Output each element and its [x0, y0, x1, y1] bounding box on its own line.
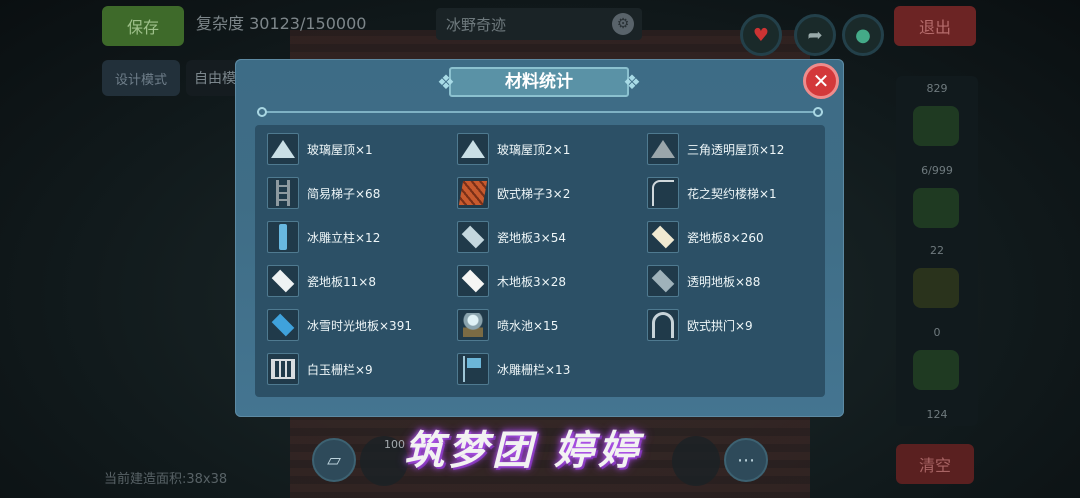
item-label: 冰雪时光地板×391	[307, 318, 412, 333]
list-item: 冰雕立柱×12	[267, 219, 380, 255]
item-label: 欧式梯子3×2	[497, 186, 571, 201]
list-item: 冰雪时光地板×391	[267, 307, 412, 343]
divider-ornament-icon	[257, 107, 267, 117]
item-label: 喷水池×15	[497, 318, 559, 333]
ice-fence-icon	[457, 353, 489, 385]
list-item: 欧式梯子3×2	[457, 175, 570, 211]
list-item: 玻璃屋顶2×1	[457, 131, 570, 167]
item-label: 瓷地板8×260	[687, 230, 764, 245]
list-item: 玻璃屋顶×1	[267, 131, 373, 167]
right-tool-panel: 829 6/999 22 0 124	[896, 76, 978, 426]
item-label: 冰雕立柱×12	[307, 230, 381, 245]
item-label: 木地板3×28	[497, 274, 566, 289]
list-item: 冰雕栅栏×13	[457, 351, 570, 387]
right-panel-slot[interactable]	[913, 268, 959, 308]
right-panel-count: 0	[933, 326, 941, 339]
right-panel-count: 829	[926, 82, 948, 95]
list-item: 喷水池×15	[457, 307, 558, 343]
clear-floor-icon	[647, 265, 679, 297]
tile-floor-icon	[457, 221, 489, 253]
right-panel-count: 22	[930, 244, 944, 257]
close-icon: ✕	[812, 69, 830, 93]
flower-stair-icon	[647, 177, 679, 209]
scene-title: 冰野奇迹	[446, 16, 507, 34]
item-label: 玻璃屋顶2×1	[497, 142, 571, 157]
hotbar-count: 100	[384, 438, 405, 451]
close-button[interactable]: ✕	[803, 63, 839, 99]
scene-title-bar[interactable]: 冰野奇迹 ⚙	[436, 8, 642, 40]
list-item: 瓷地板8×260	[647, 219, 764, 255]
item-label: 欧式拱门×9	[687, 318, 753, 333]
tile-floor-11-icon	[267, 265, 299, 297]
tile-floor-8-icon	[647, 221, 679, 253]
complexity-label: 复杂度 30123/150000	[196, 14, 367, 33]
exit-button[interactable]: 退出	[894, 6, 976, 46]
divider	[257, 111, 823, 113]
right-panel-count: 124	[926, 408, 948, 421]
list-item: 三角透明屋顶×12	[647, 131, 784, 167]
glass-roof-icon	[267, 133, 299, 165]
item-label: 白玉栅栏×9	[307, 362, 373, 377]
share-icon[interactable]: ➦	[794, 14, 836, 56]
ice-snow-floor-icon	[267, 309, 299, 341]
dialog-title: 材料统计	[505, 72, 573, 92]
euro-arch-icon	[647, 309, 679, 341]
wood-floor-icon	[457, 265, 489, 297]
water-drop-icon[interactable]: ●	[842, 14, 884, 56]
material-stats-dialog: ❖ ❖ 材料统计 ✕ 玻璃屋顶×1 玻璃屋顶2×1 三角透明屋顶×12 简易梯子…	[235, 59, 844, 417]
list-item: 瓷地板11×8	[267, 263, 376, 299]
dialog-title-banner: ❖ ❖ 材料统计	[433, 65, 645, 99]
right-panel-slot[interactable]	[913, 106, 959, 146]
clear-button[interactable]: 清空	[896, 444, 974, 484]
list-item: 花之契约楼梯×1	[647, 175, 777, 211]
euro-ladder-icon	[457, 177, 489, 209]
build-area-label: 当前建造面积:38x38	[104, 472, 228, 487]
item-label: 玻璃屋顶×1	[307, 142, 373, 157]
divider-ornament-icon	[813, 107, 823, 117]
list-item: 瓷地板3×54	[457, 219, 566, 255]
item-label: 透明地板×88	[687, 274, 761, 289]
item-label: 简易梯子×68	[307, 186, 381, 201]
right-panel-count: 6/999	[921, 164, 953, 177]
item-label: 瓷地板11×8	[307, 274, 376, 289]
list-item: 简易梯子×68	[267, 175, 380, 211]
right-panel-slot[interactable]	[913, 350, 959, 390]
list-item: 欧式拱门×9	[647, 307, 753, 343]
jade-fence-icon	[267, 353, 299, 385]
item-label: 冰雕栅栏×13	[497, 362, 571, 377]
simple-ladder-icon	[267, 177, 299, 209]
list-item: 白玉栅栏×9	[267, 351, 373, 387]
material-list: 玻璃屋顶×1 玻璃屋顶2×1 三角透明屋顶×12 简易梯子×68 欧式梯子3×2…	[255, 125, 825, 397]
eraser-icon[interactable]: ▱	[312, 438, 356, 482]
item-label: 瓷地板3×54	[497, 230, 566, 245]
list-item: 木地板3×28	[457, 263, 566, 299]
watermark: 筑梦团 婷婷	[404, 427, 642, 474]
item-label: 花之契约楼梯×1	[687, 186, 777, 201]
gear-icon[interactable]: ⚙	[612, 13, 634, 35]
more-options-icon[interactable]: ⋯	[724, 438, 768, 482]
ice-pillar-icon	[267, 221, 299, 253]
heart-icon[interactable]: ♥	[740, 14, 782, 56]
design-mode-button[interactable]: 设计模式	[102, 60, 180, 96]
glass-roof-2-icon	[457, 133, 489, 165]
list-item: 透明地板×88	[647, 263, 760, 299]
fountain-icon	[457, 309, 489, 341]
right-panel-slot[interactable]	[913, 188, 959, 228]
triangle-roof-icon	[647, 133, 679, 165]
hotbar-slot[interactable]	[672, 436, 720, 486]
save-button[interactable]: 保存	[102, 6, 184, 46]
item-label: 三角透明屋顶×12	[687, 142, 785, 157]
